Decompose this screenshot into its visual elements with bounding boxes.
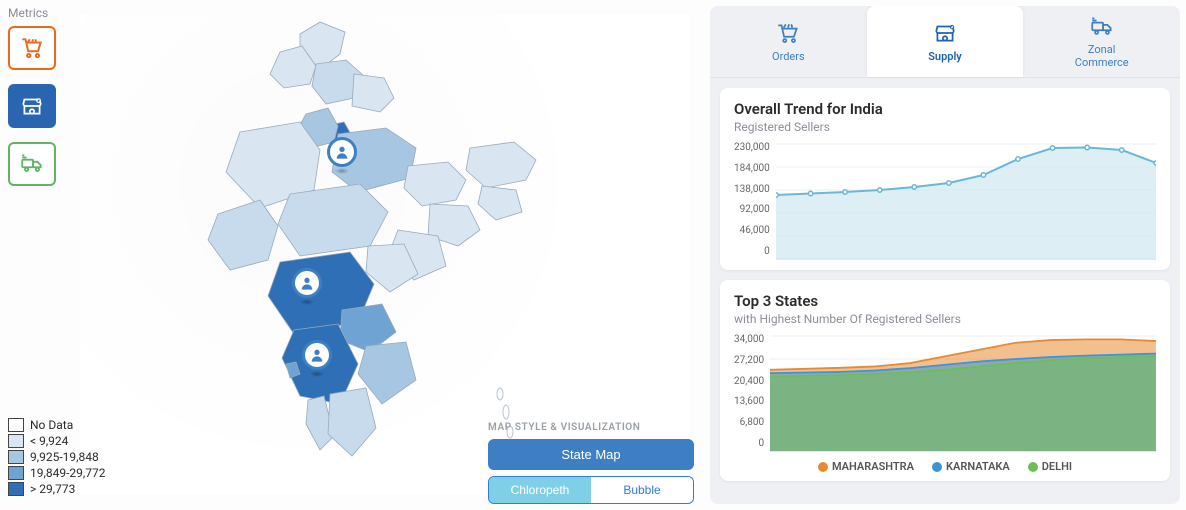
- y-tick: 92,000: [740, 204, 770, 215]
- map-viz-toggle: Chloropeth Bubble: [488, 476, 694, 504]
- y-tick: 0: [758, 438, 764, 449]
- india-map[interactable]: [130, 14, 550, 464]
- legend-label: KARNATAKA: [946, 460, 1010, 473]
- metrics-sidebar: Metrics: [8, 6, 78, 200]
- cart-icon: [19, 35, 45, 61]
- y-tick: 13,600: [734, 396, 764, 407]
- legend-label: > 29,773: [30, 482, 75, 496]
- legend-swatch: [8, 450, 24, 464]
- card-subtitle: Registered Sellers: [734, 120, 1156, 134]
- legend-swatch: [8, 466, 24, 480]
- overall-trend-card: Overall Trend for India Registered Selle…: [720, 88, 1170, 270]
- bubble-toggle[interactable]: Bubble: [591, 477, 693, 503]
- card-title: Overall Trend for India: [734, 100, 1156, 118]
- y-tick: 20,400: [734, 376, 764, 387]
- storefront-icon: [19, 93, 45, 119]
- person-icon: [334, 144, 350, 160]
- legend-label: DELHI: [1042, 460, 1072, 473]
- truck-icon: [1087, 14, 1117, 40]
- legend-item: KARNATAKA: [932, 460, 1010, 473]
- legend-item: DELHI: [1028, 460, 1072, 473]
- legend-item: 19,849-29,772: [8, 466, 105, 480]
- legend-label: MAHARASHTRA: [832, 460, 914, 473]
- tab-label: Supply: [928, 50, 962, 63]
- y-tick: 46,000: [740, 225, 770, 236]
- tab-zonal[interactable]: Zonal Commerce: [1023, 6, 1180, 77]
- y-tick: 27,200: [734, 355, 764, 366]
- y-tick: 184,000: [734, 163, 770, 174]
- y-axis-ticks: 34,000 27,200 20,400 13,600 6,800 0: [734, 334, 770, 449]
- y-tick: 230,000: [734, 142, 770, 153]
- legend-label: No Data: [30, 418, 73, 432]
- overall-trend-chart: [776, 142, 1156, 262]
- storefront-icon: [930, 20, 960, 46]
- person-icon: [299, 275, 315, 291]
- tab-label: Orders: [772, 50, 805, 63]
- cart-icon: [773, 20, 803, 46]
- chloropeth-toggle[interactable]: Chloropeth: [489, 477, 591, 503]
- tab-label: Zonal: [1088, 43, 1115, 56]
- legend-dot: [1028, 462, 1038, 472]
- tab-label: Commerce: [1075, 56, 1129, 69]
- metric-supply-button[interactable]: [8, 84, 56, 128]
- y-tick: 6,800: [740, 417, 764, 428]
- legend-swatch: [8, 418, 24, 432]
- truck-icon: [19, 151, 45, 177]
- metric-orders-button[interactable]: [8, 26, 56, 70]
- map-pin-maharashtra[interactable]: [292, 268, 322, 298]
- legend-item: 9,925-19,848: [8, 450, 105, 464]
- legend-item: No Data: [8, 418, 105, 432]
- top3-chart: [770, 334, 1156, 454]
- legend-item: > 29,773: [8, 482, 105, 496]
- tab-supply[interactable]: Supply: [867, 6, 1024, 77]
- tab-bar: Orders Supply Zonal Commerce: [710, 6, 1180, 78]
- map-pin-delhi[interactable]: [327, 137, 357, 167]
- legend-label: < 9,924: [30, 434, 68, 448]
- person-icon: [309, 347, 325, 363]
- map-controls: MAP STYLE & VISUALIZATION State Map Chlo…: [488, 422, 694, 504]
- y-tick: 34,000: [734, 334, 764, 345]
- state-map-button[interactable]: State Map: [488, 439, 694, 470]
- top3-legend: MAHARASHTRA KARNATAKA DELHI: [734, 460, 1156, 473]
- card-subtitle: with Highest Number Of Registered Seller…: [734, 312, 1156, 326]
- map-legend: No Data < 9,924 9,925-19,848 19,849-29,7…: [8, 418, 105, 498]
- right-panel: Orders Supply Zonal Commerce Overall Tre…: [710, 6, 1180, 504]
- legend-item: < 9,924: [8, 434, 105, 448]
- top3-card: Top 3 States with Highest Number Of Regi…: [720, 280, 1170, 481]
- metrics-title: Metrics: [8, 6, 78, 20]
- y-axis-ticks: 230,000 184,000 138,000 92,000 46,000 0: [734, 142, 776, 257]
- tab-orders[interactable]: Orders: [710, 6, 867, 77]
- legend-item: MAHARASHTRA: [818, 460, 914, 473]
- map-pin-karnataka[interactable]: [302, 340, 332, 370]
- metric-zonal-button[interactable]: [8, 142, 56, 186]
- map-controls-header: MAP STYLE & VISUALIZATION: [488, 422, 694, 433]
- y-tick: 138,000: [734, 184, 770, 195]
- legend-swatch: [8, 482, 24, 496]
- legend-dot: [818, 462, 828, 472]
- y-tick: 0: [764, 246, 770, 257]
- legend-dot: [932, 462, 942, 472]
- card-title: Top 3 States: [734, 292, 1156, 310]
- legend-label: 9,925-19,848: [30, 450, 99, 464]
- legend-label: 19,849-29,772: [30, 466, 105, 480]
- legend-swatch: [8, 434, 24, 448]
